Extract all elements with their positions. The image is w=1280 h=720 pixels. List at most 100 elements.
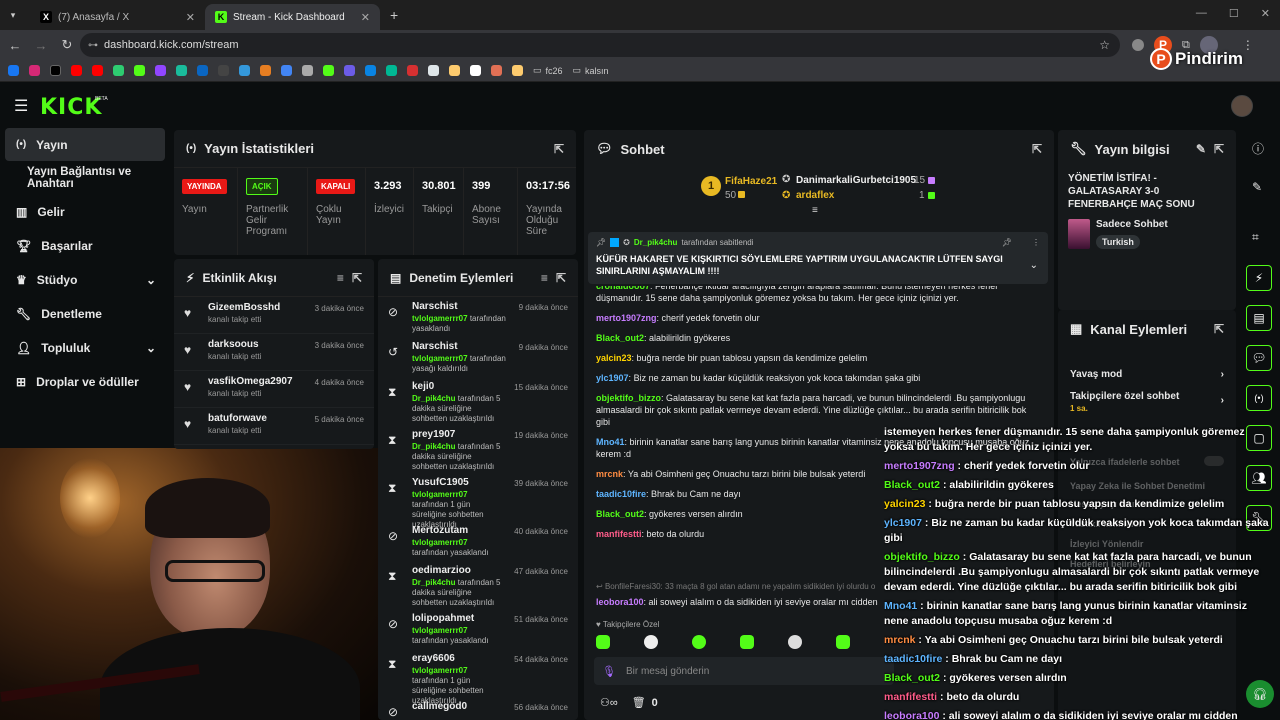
bookmark-icon[interactable] [365, 65, 376, 76]
bookmark-icon[interactable] [323, 65, 334, 76]
minimize-icon[interactable]: — [1196, 7, 1207, 20]
docs-icon[interactable] [281, 65, 292, 76]
chat-username[interactable]: merto1907zng [596, 313, 657, 323]
followers-only-action[interactable]: Takipçilere özel sohbet 1 sa. › [1058, 388, 1236, 422]
moderated-user[interactable]: Narschist [412, 301, 509, 312]
tab-kick-dashboard[interactable]: K Stream - Kick Dashboard ✕ [205, 4, 380, 30]
chat-username[interactable]: leobora100 [596, 597, 644, 607]
instagram-icon[interactable] [29, 65, 40, 76]
category-name[interactable]: Sadece Sohbet [1096, 219, 1168, 230]
emote-icon[interactable] [644, 635, 658, 649]
gifter-name[interactable]: DanimarkaliGurbetci1905 [796, 175, 916, 186]
sidebar-item-stream-key[interactable]: Yayın Bağlantısı ve Anahtarı [0, 161, 170, 195]
site-info-icon[interactable]: ⊶ [88, 40, 98, 51]
moderator-name[interactable]: tvlolgamerrr07 [412, 666, 468, 675]
bookmark-icon[interactable] [344, 65, 355, 76]
back-icon[interactable]: ← [2, 38, 28, 53]
moderated-user[interactable]: keji0 [412, 381, 504, 392]
bookmark-icon[interactable] [470, 65, 481, 76]
expand-gifters-icon[interactable]: ≡ [812, 205, 818, 216]
activity-user[interactable]: vasfikOmega2907 [208, 376, 293, 387]
moderated-user[interactable]: oedimarzioo [412, 565, 504, 576]
chat-username[interactable]: objektifo_bizzo [596, 393, 661, 403]
bookmark-star-icon[interactable]: ☆ [1099, 38, 1110, 52]
bookmark-icon[interactable] [113, 65, 124, 76]
new-tab-button[interactable]: + [390, 7, 398, 23]
close-tab-icon[interactable]: ✕ [186, 11, 195, 24]
emote-icon[interactable] [596, 635, 610, 649]
menu-hamburger-icon[interactable]: ☰ [14, 96, 28, 116]
chat-username[interactable]: cronaldooo7 [596, 286, 650, 291]
popout-icon[interactable]: ⇱ [1214, 322, 1224, 336]
pinned-by-user[interactable]: Dr_pik4chu [634, 238, 678, 247]
sidebar-item-yayin[interactable]: (•) Yayın [5, 128, 165, 161]
popout-icon[interactable]: ⇱ [352, 271, 362, 285]
extension-icon[interactable] [1132, 39, 1144, 51]
emote-icon[interactable] [740, 635, 754, 649]
unpin-icon[interactable]: 📌︎ [1002, 238, 1012, 247]
x-icon[interactable] [50, 65, 61, 76]
points-icon[interactable]: ⚇∞ [600, 696, 618, 709]
bookmark-folder[interactable]: ▭ fc26 [533, 65, 563, 76]
bookmark-icon[interactable] [386, 65, 397, 76]
broadcast-icon[interactable]: (•) [1246, 385, 1272, 411]
popout-icon[interactable]: ⇱ [1214, 142, 1224, 156]
chat-username[interactable]: manfifestti [596, 529, 642, 539]
sidebar-item-basarilar[interactable]: 🏆︎ Başarılar [0, 229, 170, 263]
moderator-name[interactable]: tvlolgamerrr07 [412, 626, 468, 635]
shop-icon[interactable]: 🗑︎ [632, 696, 646, 709]
emote-icon[interactable] [836, 635, 850, 649]
sidebar-item-denetleme[interactable]: 🔧︎ Denetleme [0, 297, 170, 331]
tab-x[interactable]: X (7) Anasayfa / X ✕ [30, 4, 205, 30]
chat-icon[interactable]: 💬︎ [1246, 345, 1272, 371]
activity-user[interactable]: darksoous [208, 339, 261, 350]
moderated-user[interactable]: Narschist [412, 341, 509, 352]
activity-user[interactable]: batuforwave [208, 413, 267, 424]
youtube-icon[interactable] [71, 65, 82, 76]
bookmark-icon[interactable] [428, 65, 439, 76]
bookmark-icon[interactable] [512, 65, 523, 76]
user-avatar[interactable] [1231, 95, 1253, 117]
close-tab-icon[interactable]: ✕ [361, 11, 370, 24]
chat-username[interactable]: Mno41 [596, 437, 625, 447]
linkedin-icon[interactable] [197, 65, 208, 76]
more-options-icon[interactable]: ⋮ [1032, 238, 1040, 247]
bookmark-icon[interactable] [176, 65, 187, 76]
moderated-user[interactable]: Mertozutam [412, 525, 504, 536]
moderated-user[interactable]: callmegod0 [412, 701, 504, 712]
moderator-name[interactable]: tvlolgamerrr07 [412, 314, 468, 323]
chat-username[interactable]: yalcin23 [596, 353, 632, 363]
moderator-name[interactable]: tvlolgamerrr07 [412, 538, 468, 547]
bookmark-folder[interactable]: ▭ kalsın [573, 65, 609, 76]
twitch-icon[interactable] [155, 65, 166, 76]
moderator-name[interactable]: tvlolgamerrr07 [412, 490, 468, 499]
kick-logo[interactable]: KICK [40, 95, 102, 120]
tab-list-icon[interactable]: ▾ [0, 10, 26, 21]
sidebar-item-droplar[interactable]: ⊞ Droplar ve ödüller [0, 365, 170, 399]
chevron-down-icon[interactable]: ⌄ [1030, 260, 1038, 271]
gifter-name[interactable]: ardaflex [796, 190, 834, 201]
chat-username[interactable]: Black_out2 [596, 509, 644, 519]
chat-username[interactable]: Black_out2 [596, 333, 644, 343]
bookmark-icon[interactable] [302, 65, 313, 76]
slow-mode-action[interactable]: Yavaş mod › [1058, 360, 1236, 388]
popout-icon[interactable]: ⇱ [1032, 142, 1042, 156]
microphone-icon[interactable]: 🎙︎ [602, 665, 616, 678]
facebook-icon[interactable] [8, 65, 19, 76]
moderator-name[interactable]: tvlolgamerrr07 [412, 354, 468, 363]
youtube-icon[interactable] [92, 65, 103, 76]
moderator-name[interactable]: Dr_pik4chu [412, 394, 456, 403]
maximize-icon[interactable]: ☐ [1229, 7, 1239, 20]
forward-icon[interactable]: → [28, 38, 54, 53]
edit-icon[interactable]: ✎ [1196, 142, 1206, 156]
moderator-name[interactable]: Dr_pik4chu [412, 578, 456, 587]
emote-icon[interactable] [692, 635, 706, 649]
chat-username[interactable]: mrcnk [596, 469, 623, 479]
address-bar[interactable]: ⊶ dashboard.kick.com/stream ☆ [80, 33, 1120, 57]
sidebar-item-gelir[interactable]: ▥ Gelir [0, 195, 170, 229]
popout-icon[interactable]: ⇱ [556, 271, 566, 285]
filter-icon[interactable]: ≡ [337, 271, 344, 285]
moderated-user[interactable]: YusufC1905 [412, 477, 504, 488]
moderated-user[interactable]: lolipopahmet [412, 613, 504, 624]
language-tag[interactable]: Turkish [1096, 235, 1140, 249]
